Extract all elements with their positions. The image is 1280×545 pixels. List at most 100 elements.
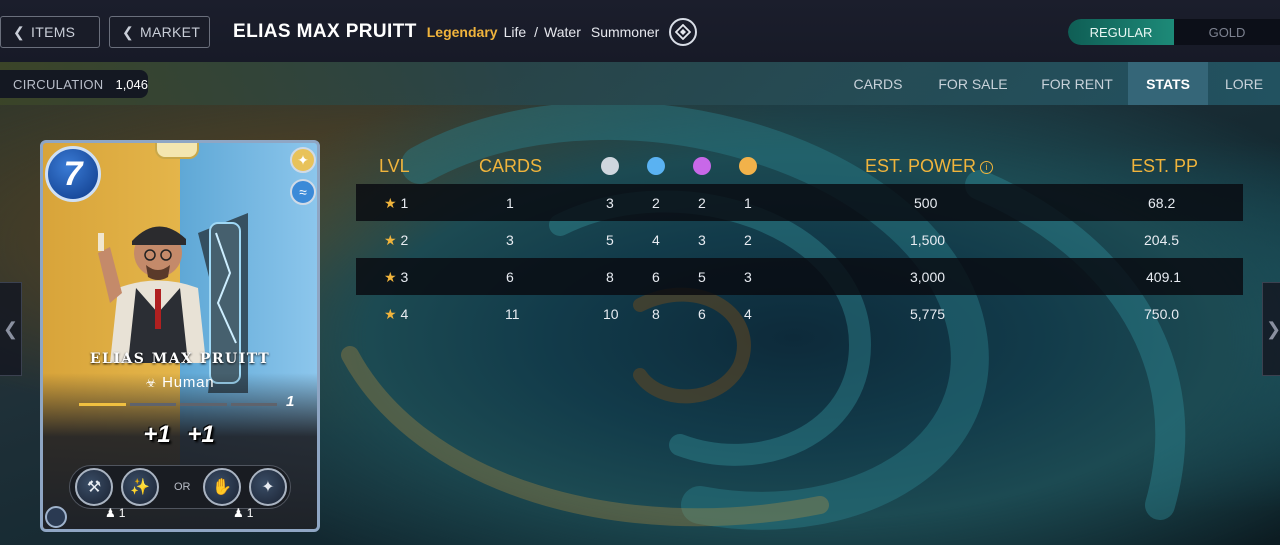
person-icon: ♟: [233, 506, 244, 520]
market-button-label: MARKET: [140, 24, 201, 40]
foil-cell: 3: [606, 195, 614, 211]
power-cell: 1,500: [910, 232, 946, 248]
cards-cell: 1: [506, 195, 514, 211]
fist-icon[interactable]: ✋: [203, 468, 241, 506]
lvl-value: 3: [400, 269, 409, 285]
card-race-label: Human: [162, 374, 215, 391]
level-segment: [79, 403, 126, 406]
requirement-left-value: 1: [118, 506, 126, 520]
table-row: ★ 4 11 10 8 6 4 5,775 750.0: [356, 295, 1243, 332]
lvl-cell: ★ 3: [384, 269, 408, 286]
summoner-icon[interactable]: [669, 18, 698, 46]
star-icon: ★: [384, 306, 397, 322]
element-secondary: Water: [544, 24, 581, 40]
chevron-left-icon: ❮: [122, 23, 135, 40]
foil-cell: 10: [603, 306, 619, 322]
foil-cell: 4: [652, 232, 660, 248]
items-button[interactable]: ❮ ITEMS: [0, 16, 100, 48]
ability-or-label: OR: [174, 481, 191, 493]
water-element-icon: ≈: [290, 179, 316, 205]
requirement-right: ♟ 1: [233, 506, 253, 520]
power-cell: 5,775: [910, 306, 946, 322]
cards-cell: 6: [506, 269, 514, 285]
foil-cell: 5: [606, 232, 614, 248]
diamond-shape: [675, 24, 692, 40]
requirement-left: ♟ 1: [105, 506, 125, 520]
level-segment: [230, 403, 277, 406]
lvl-cell: ★ 4: [384, 306, 408, 323]
hammer-icon[interactable]: ⚒: [75, 468, 113, 506]
lvl-value: 2: [400, 232, 409, 248]
tab-bar: CARDS FOR SALE FOR RENT STATS LORE: [836, 62, 1280, 105]
foil-dot-purple: [693, 157, 711, 175]
foil-cell: 4: [744, 306, 752, 322]
race-icon: ☣: [145, 376, 158, 390]
foil-cell: 6: [698, 306, 706, 322]
items-button-label: ITEMS: [31, 24, 76, 40]
cards-cell: 11: [505, 306, 520, 322]
chevron-right-icon: ❯: [1265, 318, 1280, 339]
cards-cell: 3: [506, 232, 514, 248]
foil-cell: 2: [652, 195, 660, 211]
foil-cell: 8: [652, 306, 660, 322]
tab-cards[interactable]: CARDS: [836, 62, 920, 105]
foil-cell: 5: [698, 269, 706, 285]
lvl-value: 1: [400, 195, 409, 211]
chevron-left-icon: ❮: [13, 23, 26, 40]
table-row: ★ 3 6 8 6 5 3 3,000 409.1: [356, 258, 1243, 295]
level-segment: [180, 403, 227, 406]
pp-cell: 409.1: [1146, 269, 1182, 285]
foil-cell: 3: [698, 232, 706, 248]
element-primary: Life: [503, 24, 527, 40]
pp-cell: 68.2: [1148, 195, 1176, 211]
lvl-cell: ★ 2: [384, 232, 408, 249]
pp-cell: 204.5: [1144, 232, 1180, 248]
diamond-badge-icon: [45, 506, 67, 528]
foil-cell: 2: [744, 232, 752, 248]
tab-stats[interactable]: STATS: [1128, 62, 1208, 105]
lvl-value: 4: [400, 306, 409, 322]
foil-dot-white: [601, 157, 619, 175]
wand-icon[interactable]: ✦: [249, 468, 287, 506]
previous-card-arrow[interactable]: ❮: [0, 282, 22, 376]
level-progress-bar: [79, 403, 277, 406]
foil-cell: 2: [698, 195, 706, 211]
lvl-cell: ★ 1: [384, 195, 408, 212]
power-cell: 500: [914, 195, 938, 211]
card-type-label: Summoner: [590, 24, 660, 40]
info-icon[interactable]: i: [980, 160, 994, 174]
sparkle-icon[interactable]: ✨: [121, 468, 159, 506]
card-heading: ELIAS MAX PRUITT Legendary Life / Water …: [233, 17, 698, 47]
lvl-header: LVL: [379, 156, 410, 176]
est-pp-header: EST. PP: [1131, 156, 1199, 176]
summoner-card: 7 ✦ ≈ ELIAS MAX PRUITT ☣ Human 1 +1 +1 ⚒…: [40, 140, 320, 532]
foil-cell: 1: [744, 195, 752, 211]
cards-header: CARDS: [479, 156, 543, 176]
table-row: ★ 1 1 3 2 2 1 500 68.2: [356, 184, 1243, 221]
foil-dot-blue: [647, 157, 665, 175]
person-icon: ♟: [105, 506, 116, 520]
card-race: ☣ Human: [43, 374, 317, 391]
element-separator: /: [534, 24, 539, 40]
stats-header-row: LVL CARDS EST. POWER i EST. PP: [356, 148, 1243, 184]
tab-lore[interactable]: LORE: [1208, 62, 1280, 105]
star-icon: ★: [384, 195, 397, 211]
tab-for-sale[interactable]: FOR SALE: [920, 62, 1026, 105]
tab-for-rent[interactable]: FOR RENT: [1026, 62, 1128, 105]
gold-toggle-option[interactable]: GOLD: [1174, 19, 1280, 45]
next-card-arrow[interactable]: ❯: [1262, 282, 1280, 376]
chevron-left-icon: ❮: [2, 318, 19, 339]
card-level: 1: [286, 393, 295, 410]
foil-dot-orange: [739, 157, 757, 175]
pp-cell: 750.0: [1144, 306, 1180, 322]
regular-toggle-option[interactable]: REGULAR: [1068, 19, 1174, 45]
mana-cost: 7: [45, 146, 101, 202]
market-button[interactable]: ❮ MARKET: [109, 16, 210, 48]
foil-toggle: REGULAR GOLD: [1068, 19, 1280, 45]
circulation-badge: CIRCULATION 1,046: [0, 70, 148, 98]
circulation-label: CIRCULATION: [13, 76, 104, 92]
card-name: ELIAS MAX PRUITT: [89, 351, 271, 367]
rarity-gem-icon: [155, 143, 199, 159]
est-power-header-label: EST. POWER: [865, 156, 977, 176]
foil-cell: 3: [744, 269, 752, 285]
